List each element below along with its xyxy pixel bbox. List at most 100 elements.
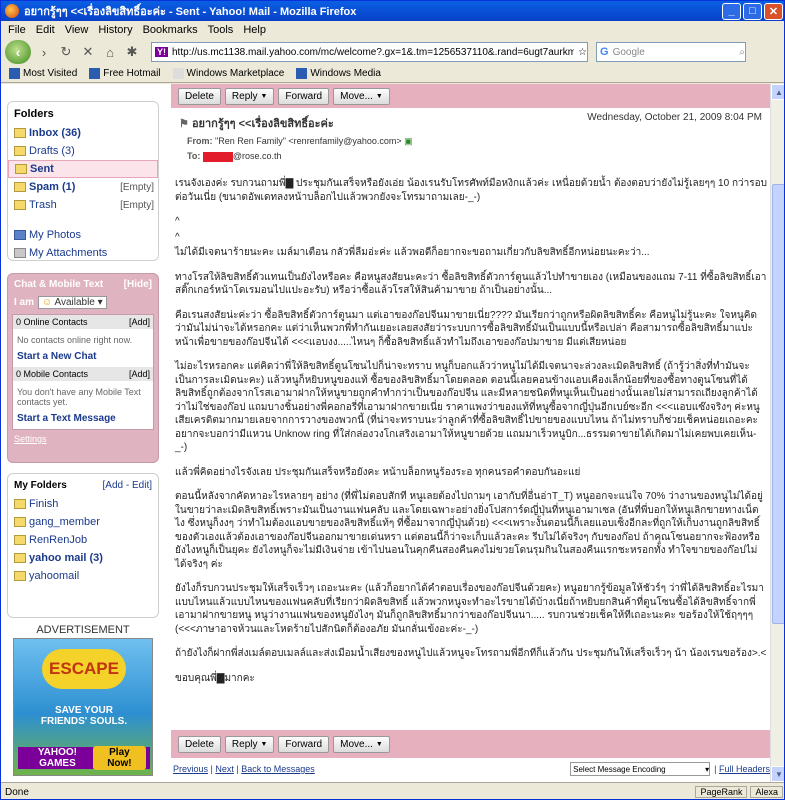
full-headers-link[interactable]: | Full Headers: [714, 764, 770, 774]
folder-gang-member[interactable]: gang_member: [8, 513, 158, 531]
minimize-button[interactable]: _: [722, 2, 741, 20]
folder-spam[interactable]: Spam (1) [Empty]: [8, 178, 158, 196]
folder-inbox[interactable]: Inbox (36): [8, 124, 158, 142]
bookmark-windows-media[interactable]: Windows Media: [290, 68, 387, 79]
play-now-button[interactable]: Play Now!: [92, 746, 146, 770]
chat-title: Chat & Mobile Text: [14, 279, 104, 290]
menu-file[interactable]: File: [3, 24, 31, 36]
my-folders-title[interactable]: My Folders: [14, 480, 67, 491]
status-select[interactable]: ☺ Available ▾: [38, 296, 107, 309]
message-footer: Previous | Next | Back to Messages Selec…: [173, 762, 770, 776]
reload-icon[interactable]: ↻: [57, 43, 75, 61]
bookmark-free-hotmail[interactable]: Free Hotmail: [83, 68, 166, 79]
forward-button[interactable]: Forward: [278, 735, 330, 753]
scroll-up-icon[interactable]: ▲: [771, 84, 784, 100]
page-icon: [172, 68, 184, 79]
bookmark-most-visited[interactable]: Most Visited: [3, 68, 83, 79]
search-box[interactable]: G Google ⌕: [596, 42, 746, 62]
hide-chat-link[interactable]: [Hide]: [124, 279, 152, 290]
menu-tools[interactable]: Tools: [203, 24, 239, 36]
add-edit-folders-link[interactable]: [Add - Edit]: [103, 480, 152, 491]
folder-icon: [14, 535, 26, 545]
close-button[interactable]: ✕: [764, 2, 783, 20]
previous-link[interactable]: Previous: [173, 764, 208, 774]
folder-yahoo-mail[interactable]: yahoo mail (3): [8, 549, 158, 567]
move-button[interactable]: Move... ▼: [333, 87, 390, 105]
folder-icon: [14, 553, 26, 563]
my-photos-link[interactable]: My Photos: [8, 226, 158, 244]
bookmark-star-icon[interactable]: ☆: [578, 47, 587, 58]
delete-button[interactable]: Delete: [178, 735, 221, 753]
chat-settings-link[interactable]: Settings: [12, 430, 154, 448]
menu-bookmarks[interactable]: Bookmarks: [138, 24, 203, 36]
msn-icon: [296, 68, 308, 79]
from-address[interactable]: "Ren Ren Family" <renrenfamily@yahoo.com…: [215, 136, 402, 146]
pagerank-button[interactable]: PageRank: [695, 786, 748, 798]
folder-trash[interactable]: Trash [Empty]: [8, 196, 158, 214]
reply-button[interactable]: Reply ▼: [224, 735, 275, 753]
no-contacts-text: No contacts online right now.: [17, 335, 133, 345]
add-contact-link[interactable]: [Add]: [129, 317, 150, 327]
start-text-link[interactable]: Start a Text Message: [13, 413, 153, 429]
chevron-down-icon[interactable]: ▼: [260, 741, 267, 748]
next-link[interactable]: Next: [215, 764, 234, 774]
url-text[interactable]: http://us.mc1138.mail.yahoo.com/mc/welco…: [172, 47, 574, 58]
delete-button[interactable]: Delete: [178, 87, 221, 105]
back-button[interactable]: ‹: [5, 40, 31, 64]
forward-button[interactable]: Forward: [278, 87, 330, 105]
stop-icon[interactable]: ✕: [79, 43, 97, 61]
start-chat-link[interactable]: Start a New Chat: [13, 351, 153, 367]
folder-renrenjob[interactable]: RenRenJob: [8, 531, 158, 549]
folder-yahoomail[interactable]: yahoomail: [8, 567, 158, 585]
search-placeholder[interactable]: Google: [613, 47, 736, 58]
no-mobile-text: You don't have any Mobile Text contacts …: [17, 387, 141, 407]
menu-help[interactable]: Help: [238, 24, 271, 36]
mail-sidebar: Folders Inbox (36) Drafts (3) Sent Spam …: [7, 84, 159, 782]
encoding-select[interactable]: Select Message Encoding ▾: [570, 762, 711, 776]
online-contacts-section: 0 Online Contacts [Add] No contacts onlin…: [12, 314, 154, 430]
empty-trash-link[interactable]: [Empty]: [120, 200, 154, 211]
folder-finish[interactable]: Finish: [8, 495, 158, 513]
online-contacts-header[interactable]: 0 Online Contacts: [16, 317, 88, 327]
back-to-messages-link[interactable]: Back to Messages: [241, 764, 315, 774]
body-paragraph: ถ้ายังไงก็ฝากพี่ส่งเมล์ตอบเมลล์และส่งเมื…: [175, 648, 767, 659]
chevron-down-icon[interactable]: ▼: [260, 93, 267, 100]
settings-icon[interactable]: ✱: [123, 43, 141, 61]
scroll-thumb[interactable]: [772, 184, 784, 624]
move-button[interactable]: Move... ▼: [333, 735, 390, 753]
maximize-button[interactable]: □: [743, 2, 762, 20]
folder-sent[interactable]: Sent: [8, 160, 158, 178]
flag-icon[interactable]: ⚑: [179, 118, 189, 130]
advertisement-banner[interactable]: ESCAPE SAVE YOUR FRIENDS' SOULS. YAHOO! …: [13, 638, 153, 776]
bookmark-icon: [9, 68, 20, 79]
alexa-button[interactable]: Alexa: [750, 786, 783, 798]
vertical-scrollbar[interactable]: ▲ ▼: [770, 84, 784, 782]
google-icon[interactable]: G: [600, 46, 609, 58]
status-icon: ☺: [42, 297, 53, 308]
from-line: From: "Ren Ren Family" <renrenfamily@yah…: [187, 136, 413, 146]
folder-drafts[interactable]: Drafts (3): [8, 142, 158, 160]
my-folders-panel: My Folders [Add - Edit] Finish gang_membe…: [7, 473, 159, 618]
folder-icon: [14, 571, 26, 581]
chevron-down-icon[interactable]: ▼: [376, 93, 383, 100]
forward-icon[interactable]: ›: [35, 43, 53, 61]
to-domain[interactable]: @rose.co.th: [233, 151, 282, 161]
browser-window: อยากรู้ๆๆ <<เรื่องลิขสิทธิ์อะค่ะ - Sent …: [0, 0, 785, 800]
add-contact-icon[interactable]: ▣: [404, 136, 413, 146]
chevron-down-icon[interactable]: ▼: [376, 741, 383, 748]
mobile-contacts-header[interactable]: 0 Mobile Contacts: [16, 369, 88, 379]
address-bar[interactable]: Y! http://us.mc1138.mail.yahoo.com/mc/we…: [151, 42, 588, 62]
menu-edit[interactable]: Edit: [31, 24, 60, 36]
body-paragraph: ขอบคุณพี่▇มากคะ: [175, 672, 255, 684]
my-attachments-link[interactable]: My Attachments: [8, 244, 158, 262]
to-line: To: @rose.co.th: [187, 151, 282, 162]
empty-spam-link[interactable]: [Empty]: [120, 182, 154, 193]
reply-button[interactable]: Reply ▼: [224, 87, 275, 105]
menu-history[interactable]: History: [93, 24, 137, 36]
home-icon[interactable]: ⌂: [101, 43, 119, 61]
scroll-down-icon[interactable]: ▼: [771, 766, 784, 782]
bookmark-windows-marketplace[interactable]: Windows Marketplace: [167, 68, 291, 79]
search-icon[interactable]: ⌕: [739, 47, 745, 58]
add-mobile-link[interactable]: [Add]: [129, 369, 150, 379]
menu-view[interactable]: View: [60, 24, 94, 36]
